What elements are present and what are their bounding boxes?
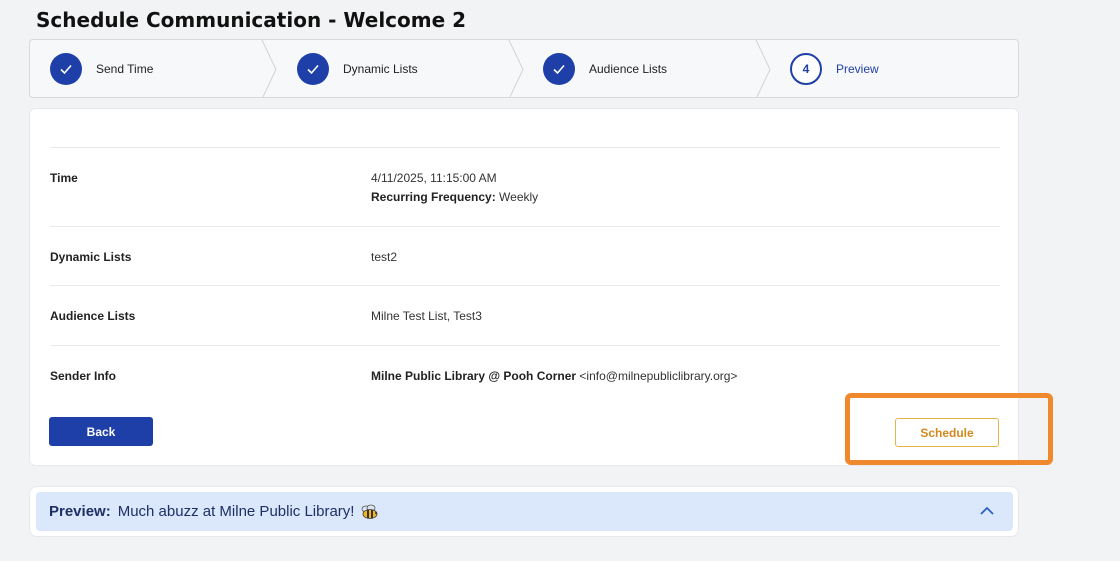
step-send-time[interactable]: Send Time	[50, 40, 153, 97]
time-value: 4/11/2025, 11:15:00 AM	[371, 171, 497, 185]
check-icon	[543, 52, 575, 85]
step-label: Send Time	[96, 61, 154, 76]
step-label: Preview	[836, 61, 879, 76]
step-divider	[508, 40, 524, 97]
chevron-up-icon[interactable]	[979, 503, 995, 524]
preview-subject: Much abuzz at Milne Public Library!	[117, 503, 355, 520]
step-divider	[755, 40, 771, 97]
divider	[50, 285, 1000, 286]
audience-lists-value: Milne Test List, Test3	[371, 309, 482, 323]
check-icon	[297, 52, 329, 85]
schedule-highlight-box	[845, 393, 1053, 465]
audience-lists-label: Audience Lists	[50, 309, 136, 323]
divider	[50, 226, 1000, 227]
stepper: Send Time Dynamic Lists Audience Lists 4…	[29, 39, 1019, 98]
dynamic-lists-value: test2	[371, 250, 398, 264]
sender-info-label: Sender Info	[50, 369, 117, 383]
sender-name: Milne Public Library @ Pooh Corner	[371, 369, 577, 383]
divider	[50, 345, 1000, 346]
page-title: Schedule Communication - Welcome 2	[36, 8, 467, 32]
preview-header[interactable]: Preview: Much abuzz at Milne Public Libr…	[36, 492, 1013, 531]
sender-email: <info@milnepubliclibrary.org>	[579, 369, 738, 383]
time-label: Time	[50, 171, 78, 185]
back-button[interactable]: Back	[49, 417, 153, 446]
step-number: 4	[790, 52, 822, 85]
preview-panel: Preview: Much abuzz at Milne Public Libr…	[29, 486, 1019, 537]
step-label: Dynamic Lists	[343, 61, 418, 76]
bee-icon	[360, 504, 380, 520]
preview-label: Preview:	[49, 503, 111, 520]
divider	[50, 147, 1000, 148]
dynamic-lists-label: Dynamic Lists	[50, 250, 132, 264]
step-audience-lists[interactable]: Audience Lists	[543, 40, 667, 97]
sender-info-value: Milne Public Library @ Pooh Corner <info…	[371, 369, 737, 383]
recurring-label: Recurring Frequency:	[371, 190, 496, 204]
recurring-frequency: Recurring Frequency: Weekly	[371, 190, 538, 204]
recurring-value: Weekly	[499, 190, 539, 204]
check-icon	[50, 52, 82, 85]
step-dynamic-lists[interactable]: Dynamic Lists	[297, 40, 418, 97]
step-preview[interactable]: 4 Preview	[790, 40, 879, 97]
step-label: Audience Lists	[589, 61, 668, 76]
step-divider	[261, 40, 277, 97]
